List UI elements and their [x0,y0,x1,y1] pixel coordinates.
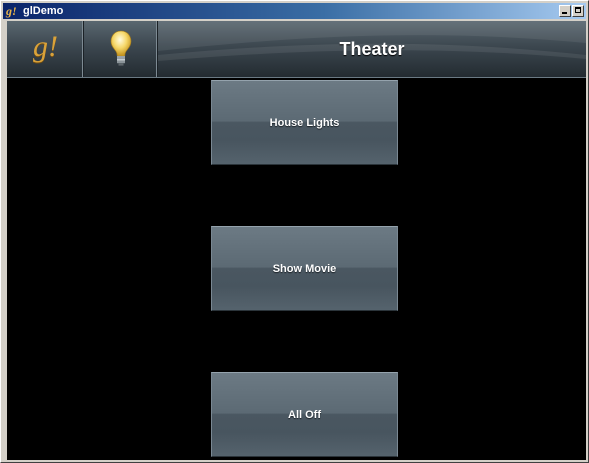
page-title: Theater [339,39,405,59]
show-movie-button[interactable]: Show Movie [211,226,398,311]
button-label: Show Movie [272,262,337,275]
logo-text: g! [33,30,58,63]
maximize-icon [575,7,581,13]
button-label: All Off [288,408,321,421]
app-icon: g! [6,4,17,18]
lightbulb-icon [110,30,132,66]
button-label: House Lights [269,116,340,129]
client-area: g! Theater House Lights Show Movie All O… [7,21,586,460]
app-window: g! glDemo g! Theater House Lights Show M… [0,0,589,463]
header-bar: g! Theater [7,21,586,78]
window-title: glDemo [23,5,64,17]
lights-button[interactable] [84,21,158,77]
all-off-button[interactable]: All Off [211,372,398,457]
minimize-button[interactable] [559,5,571,17]
title-bar[interactable]: g! glDemo [3,3,586,19]
logo-button[interactable]: g! [7,21,84,77]
maximize-button[interactable] [572,5,584,17]
minimize-icon [562,12,567,14]
window-controls [559,5,584,17]
house-lights-button[interactable]: House Lights [211,80,398,165]
